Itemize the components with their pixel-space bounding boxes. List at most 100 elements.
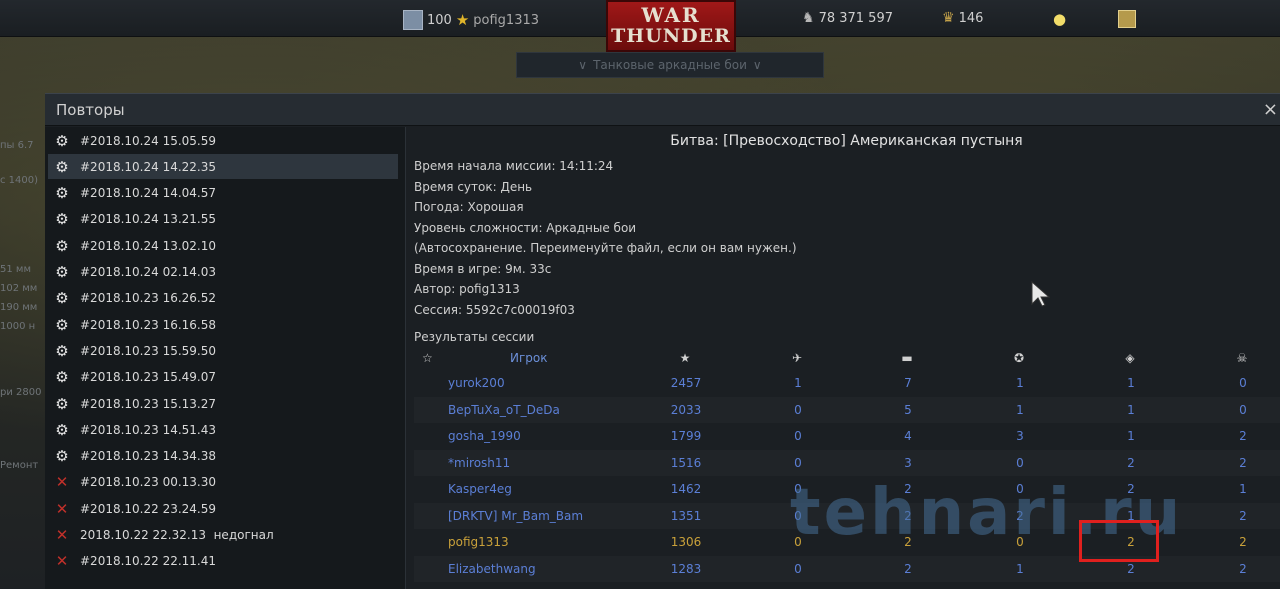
table-row[interactable]: yurok200 2457 1 7 1 1 0 <box>414 370 1280 396</box>
window-title-bar: Повторы × <box>45 94 1280 126</box>
results-label: Результаты сессии <box>414 330 535 344</box>
aircraft-kill-icon[interactable]: ✈ <box>777 351 817 365</box>
player-column-header[interactable]: Игрок <box>510 351 548 365</box>
replay-list-item[interactable]: ⚙ #2018.10.23 16.26.52 <box>48 286 398 311</box>
ground-kills-cell: 3 <box>904 455 912 470</box>
profile-summary[interactable]: 100 ★ pofig1313 <box>403 10 539 30</box>
player-name-cell[interactable]: gosha_1990 <box>448 429 521 443</box>
replay-label: #2018.10.24 14.04.57 <box>80 186 217 201</box>
silver-lions-balance[interactable]: ♞ 78 371 597 <box>802 10 893 26</box>
player-name-cell[interactable]: Elizabethwang <box>448 562 536 576</box>
bg-text: с 1400) <box>0 175 39 186</box>
player-name-cell[interactable]: yurok200 <box>448 376 505 390</box>
replay-list-item[interactable]: ⚙ #2018.10.24 14.04.57 <box>48 181 398 206</box>
replay-list-item[interactable]: ✕ 2018.10.22 22.32.13 недогнал <box>48 523 398 548</box>
logo-word-thunder: THUNDER <box>611 25 731 47</box>
gear-icon: ⚙ <box>55 157 69 176</box>
score-cell: 1462 <box>670 482 702 496</box>
silver-lions-icon: ♞ <box>802 10 815 26</box>
replay-list-item[interactable]: ⚙ #2018.10.23 15.49.07 <box>48 365 398 390</box>
capture-icon[interactable]: ◈ <box>1110 351 1150 365</box>
replay-list-item[interactable]: ⚙ #2018.10.24 02.14.03 <box>48 260 398 285</box>
gear-icon: ⚙ <box>55 236 69 255</box>
info-session: Сессия: 5592c7c00019f03 <box>414 303 575 317</box>
error-x-icon: ✕ <box>55 552 69 571</box>
player-name-cell[interactable]: *mirosh11 <box>448 456 510 470</box>
replay-label: #2018.10.23 14.34.38 <box>80 449 217 464</box>
gear-icon: ⚙ <box>55 263 69 281</box>
gear-icon: ⚙ <box>55 289 69 308</box>
gear-icon: ⚙ <box>55 341 69 360</box>
deaths-cell: 1 <box>1239 482 1247 496</box>
replay-label: #2018.10.23 15.59.50 <box>80 343 217 358</box>
bg-text: Ремонт <box>0 460 39 471</box>
assist-icon[interactable]: ✪ <box>999 351 1039 365</box>
close-icon[interactable]: × <box>1263 94 1278 126</box>
premium-button[interactable] <box>1118 10 1136 28</box>
replay-label: #2018.10.22 22.11.41 <box>80 554 217 569</box>
lightbulb-button[interactable]: ● <box>1053 10 1066 28</box>
deaths-cell: 2 <box>1239 455 1247 470</box>
table-row[interactable]: BepTuXa_oT_DeDa 2033 0 5 1 1 0 <box>414 397 1280 423</box>
replay-list-item[interactable]: ⚙ #2018.10.24 14.22.35 <box>48 154 398 180</box>
bg-text: 1000 н <box>0 321 36 332</box>
player-name-cell[interactable]: [DRKTV] Mr_Bam_Bam <box>448 509 583 523</box>
score-star-icon[interactable]: ★ <box>665 351 705 365</box>
bg-text: 102 мм <box>0 283 38 294</box>
player-name-cell[interactable]: Kasper4eg <box>448 482 512 496</box>
replay-label: #2018.10.22 23.24.59 <box>80 501 217 516</box>
air-kills-cell: 0 <box>794 455 802 470</box>
replay-list-item[interactable]: ⚙ #2018.10.24 13.21.55 <box>48 207 398 232</box>
ground-kills-cell: 2 <box>904 561 912 576</box>
error-x-icon: ✕ <box>55 526 69 544</box>
replay-list-item[interactable]: ⚙ #2018.10.24 13.02.10 <box>48 233 398 258</box>
replay-list-item[interactable]: ✕ #2018.10.23 00.13.30 <box>48 470 398 495</box>
ground-kill-icon[interactable]: ▬ <box>887 351 927 365</box>
replay-list-item[interactable]: ⚙ #2018.10.23 15.13.27 <box>48 391 398 416</box>
gear-icon: ⚙ <box>55 210 69 229</box>
bg-text: ри 2800 <box>0 387 42 398</box>
gear-icon: ⚙ <box>55 368 69 387</box>
game-mode-selector[interactable]: ∨ Танковые аркадные бои ∨ <box>516 52 824 78</box>
score-cell: 1283 <box>670 561 702 576</box>
replay-list-item[interactable]: ✕ #2018.10.22 23.24.59 <box>48 496 398 521</box>
info-weather: Погода: Хорошая <box>414 200 524 214</box>
replay-list-item[interactable]: ⚙ #2018.10.23 14.34.38 <box>48 444 398 469</box>
score-cell: 1351 <box>670 508 702 523</box>
replay-list-item[interactable]: ⚙ #2018.10.24 15.05.59 <box>48 128 398 153</box>
death-skull-icon[interactable]: ☠ <box>1222 351 1262 365</box>
game-mode-label: Танковые аркадные бои <box>593 58 747 72</box>
replay-label: #2018.10.24 15.05.59 <box>80 133 217 148</box>
replay-list-item[interactable]: ⚙ #2018.10.23 16.16.58 <box>48 312 398 337</box>
window-title: Повторы <box>56 101 125 119</box>
captures-cell: 1 <box>1127 402 1135 417</box>
player-name-cell[interactable]: BepTuXa_oT_DeDa <box>448 403 560 417</box>
gear-icon: ⚙ <box>55 131 69 150</box>
replay-list-item[interactable]: ✕ #2018.10.22 22.11.41 <box>48 549 398 574</box>
mouse-cursor-icon <box>1031 280 1050 307</box>
assists-cell: 3 <box>1016 429 1024 443</box>
avatar-icon[interactable] <box>403 10 423 30</box>
player-name: pofig1313 <box>473 12 540 28</box>
replay-label: #2018.10.24 13.21.55 <box>80 212 217 227</box>
table-row[interactable]: gosha_1990 1799 0 4 3 1 2 <box>414 423 1280 449</box>
replay-list-item[interactable]: ⚙ #2018.10.23 15.59.50 <box>48 338 398 363</box>
deaths-cell: 0 <box>1239 376 1247 390</box>
replay-label: #2018.10.23 14.51.43 <box>80 422 217 437</box>
assists-cell: 1 <box>1016 561 1024 576</box>
replay-list-item[interactable]: ⚙ #2018.10.23 14.51.43 <box>48 417 398 442</box>
info-author: Автор: pofig1313 <box>414 282 520 296</box>
deaths-cell: 2 <box>1239 508 1247 523</box>
premium-badge-icon <box>1118 10 1136 28</box>
ground-kills-cell: 4 <box>904 429 912 443</box>
highlight-box <box>1079 520 1159 562</box>
info-start-time: Время начала миссии: 14:11:24 <box>414 159 614 173</box>
replay-label: #2018.10.24 14.22.35 <box>80 159 217 174</box>
ground-kills-cell: 5 <box>904 402 912 417</box>
replay-list[interactable]: ⚙ #2018.10.24 15.05.59 ⚙ #2018.10.24 14.22.… <box>45 127 406 589</box>
table-row[interactable]: *mirosh11 1516 0 3 0 2 2 <box>414 450 1280 476</box>
golden-eagles-balance[interactable]: ♛ 146 <box>942 10 983 26</box>
air-kills-cell: 1 <box>794 376 802 390</box>
gear-icon: ⚙ <box>55 420 69 439</box>
player-name-cell[interactable]: pofig1313 <box>448 535 509 549</box>
